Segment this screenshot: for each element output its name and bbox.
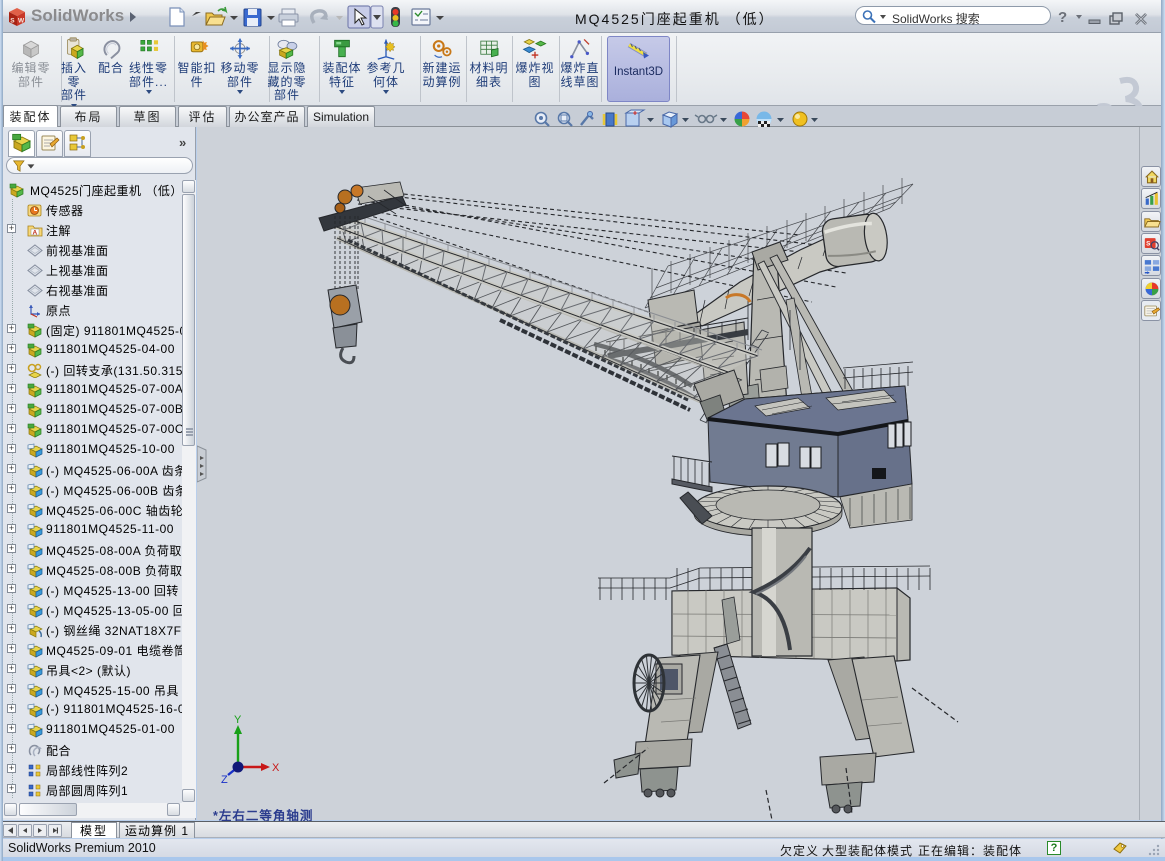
svg-text:X: X [272, 762, 280, 774]
svg-text:A: A [33, 230, 38, 237]
svg-text:Z: Z [221, 774, 228, 786]
svg-text:S: S [1146, 241, 1150, 248]
svg-text:W: W [18, 18, 25, 25]
svg-text:S: S [10, 18, 15, 25]
svg-text:Y: Y [234, 714, 242, 726]
